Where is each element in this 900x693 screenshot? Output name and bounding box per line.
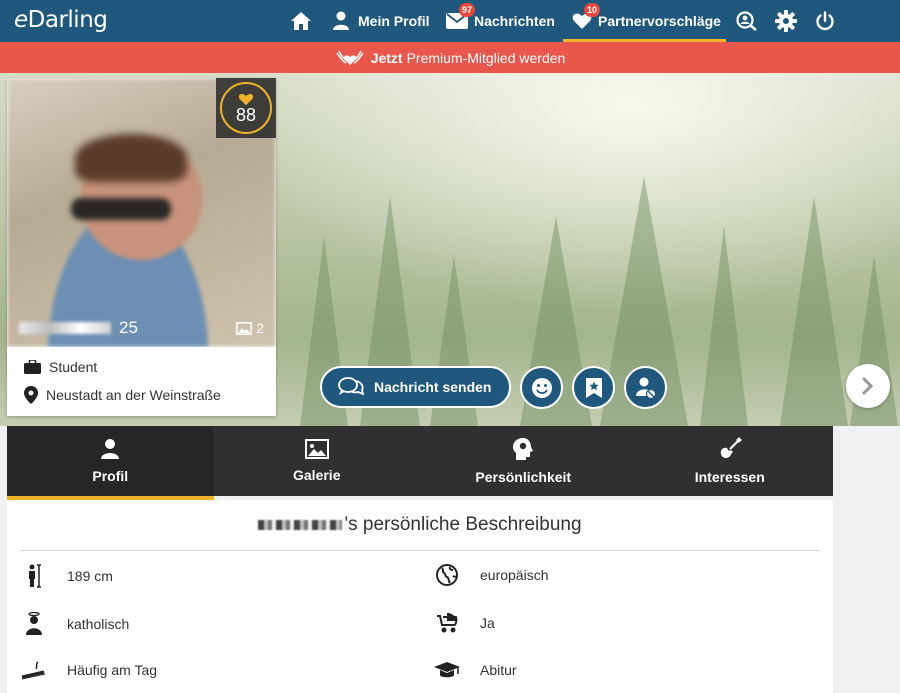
- person-icon: [333, 11, 349, 30]
- photo-count[interactable]: 2: [236, 320, 264, 336]
- premium-banner-strong: Jetzt: [370, 49, 403, 66]
- divider: [20, 550, 820, 551]
- nav-logout[interactable]: [815, 0, 835, 42]
- nav-home[interactable]: [290, 0, 312, 42]
- cigarette-icon: [21, 661, 46, 680]
- home-icon: [291, 12, 311, 30]
- photo-count-value: 2: [256, 320, 264, 336]
- religion-icon: [26, 612, 42, 635]
- attribute-height-value: 189 cm: [67, 568, 113, 584]
- location-row: Neustadt an der Weinstraße: [7, 381, 276, 409]
- profile-age: 25: [119, 318, 138, 337]
- tab-personality[interactable]: Persönlichkeit: [420, 426, 627, 496]
- chevron-right-icon: [862, 377, 874, 395]
- match-score-box: 88: [216, 78, 276, 138]
- tab-interests[interactable]: Interessen: [627, 426, 834, 496]
- send-message-button[interactable]: Nachricht senden: [320, 366, 512, 408]
- next-profile-button[interactable]: [846, 364, 890, 408]
- occupation-row: Student: [7, 353, 276, 381]
- profile-actions: Nachricht senden: [320, 366, 668, 409]
- profile-description-panel: 's persönliche Beschreibung 189 cm europ…: [7, 500, 833, 693]
- tab-profile-label: Profil: [92, 468, 129, 484]
- blurred-name: [19, 322, 111, 334]
- attribute-smoking: Häufig am Tag: [20, 660, 157, 680]
- attribute-smoking-value: Häufig am Tag: [67, 662, 158, 678]
- profile-photo[interactable]: 88 25 2: [7, 78, 276, 347]
- block-user-button[interactable]: [624, 366, 668, 409]
- graduation-cap-icon: [434, 662, 460, 678]
- attribute-education-value: Abitur: [480, 662, 517, 678]
- search-person-icon: [736, 11, 757, 31]
- description-title: 's persönliche Beschreibung: [7, 514, 833, 536]
- attribute-ethnicity: europäisch: [433, 564, 549, 586]
- attribute-education: Abitur: [433, 660, 517, 680]
- guitar-icon: [720, 437, 742, 458]
- top-nav-bar: eDarling Mein Profil Nachrichten 97 Part…: [0, 0, 900, 42]
- attribute-children: Ja: [433, 612, 495, 634]
- premium-banner[interactable]: Jetzt Premium-Mitglied werden: [0, 42, 900, 73]
- nav-messages-label: Nachrichten: [474, 13, 555, 29]
- messages-count-badge: 97: [459, 3, 476, 17]
- location-text: Neustadt an der Weinstraße: [46, 387, 221, 403]
- profile-card: 88 25 2 Student Neustadt an der Weinstra…: [7, 78, 276, 416]
- image-icon: [236, 321, 253, 335]
- briefcase-icon: [24, 360, 41, 374]
- occupation-text: Student: [49, 359, 98, 375]
- suggestions-count-badge: 10: [584, 3, 601, 17]
- chat-bubbles-icon: [338, 377, 364, 396]
- send-smile-button[interactable]: [520, 366, 564, 409]
- send-message-label: Nachricht senden: [374, 379, 492, 395]
- tab-gallery[interactable]: Galerie: [214, 426, 421, 496]
- heart-icon: [238, 93, 254, 105]
- head-icon: [513, 438, 534, 460]
- blurred-name: [258, 520, 343, 530]
- attribute-ethnicity-value: europäisch: [480, 567, 549, 583]
- smiley-icon: [531, 377, 552, 398]
- tab-personality-label: Persönlichkeit: [475, 469, 572, 485]
- gear-icon: [775, 10, 797, 32]
- bookmark-button[interactable]: [572, 366, 616, 409]
- edarling-logo[interactable]: eDarling: [14, 7, 108, 33]
- attribute-height: 189 cm: [20, 564, 113, 588]
- globe-icon: [436, 564, 458, 586]
- attribute-children-value: Ja: [480, 615, 495, 631]
- description-title-text: 's persönliche Beschreibung: [344, 514, 582, 535]
- image-icon: [304, 439, 329, 459]
- nav-search[interactable]: [735, 0, 759, 42]
- attribute-religion: katholisch: [20, 612, 129, 636]
- person-icon: [101, 439, 120, 459]
- tab-profile[interactable]: Profil: [7, 426, 214, 500]
- profile-tabs: Profil Galerie Persönlichkeit Interessen: [7, 426, 834, 500]
- stroller-icon: [437, 613, 458, 633]
- nav-partner-suggestions-label: Partnervorschläge: [598, 13, 721, 29]
- nav-my-profile-label: Mein Profil: [358, 13, 430, 29]
- attribute-religion-value: katholisch: [67, 616, 130, 632]
- bookmark-star-icon: [585, 377, 602, 398]
- profile-name-age: 25: [19, 318, 138, 338]
- match-score-value: 88: [235, 104, 257, 125]
- power-icon: [816, 11, 834, 31]
- premium-banner-text: Premium-Mitglied werden: [406, 49, 566, 66]
- page-side-area: [836, 426, 900, 693]
- premium-heart-wings-icon: [336, 50, 364, 65]
- person-block-icon: [635, 377, 656, 399]
- location-pin-icon: [24, 386, 38, 404]
- height-icon: [29, 564, 41, 588]
- tab-gallery-label: Galerie: [293, 467, 341, 483]
- nav-my-profile[interactable]: Mein Profil: [332, 0, 430, 42]
- tab-interests-label: Interessen: [694, 469, 765, 485]
- nav-settings[interactable]: [775, 0, 797, 42]
